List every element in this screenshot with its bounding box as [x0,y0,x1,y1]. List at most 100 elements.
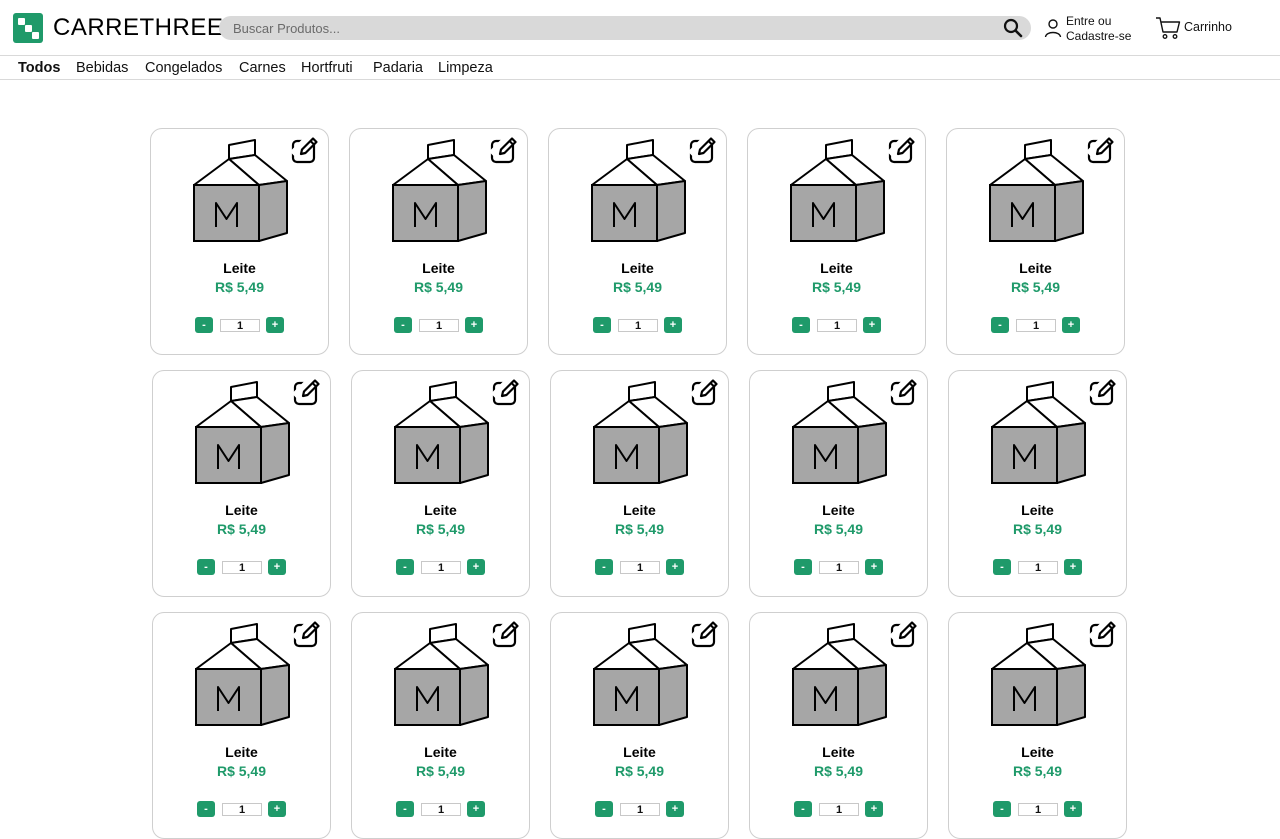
edit-icon[interactable] [691,378,719,406]
quantity-input[interactable] [220,319,260,332]
edit-icon[interactable] [890,378,918,406]
nav-item-congelados[interactable]: Congelados [145,59,222,77]
increase-button[interactable]: + [1064,801,1082,817]
product-card[interactable]: Leite R$ 5,49 - + [550,370,729,597]
logo-icon[interactable] [13,13,43,43]
decrease-button[interactable]: - [197,801,215,817]
product-price: R$ 5,49 [413,279,464,295]
product-price: R$ 5,49 [813,763,864,779]
increase-button[interactable]: + [268,801,286,817]
edit-icon[interactable] [492,620,520,648]
nav-item-carnes[interactable]: Carnes [239,59,286,77]
search-icon[interactable] [1003,18,1023,38]
increase-button[interactable]: + [268,559,286,575]
quantity-input[interactable] [817,319,857,332]
product-card[interactable]: Leite R$ 5,49 - + [152,370,331,597]
quantity-input[interactable] [620,561,660,574]
quantity-input[interactable] [1018,803,1058,816]
quantity-input[interactable] [618,319,658,332]
product-card[interactable]: Leite R$ 5,49 - + [749,370,928,597]
decrease-button[interactable]: - [396,801,414,817]
product-card[interactable]: Leite R$ 5,49 - + [351,612,530,839]
decrease-button[interactable]: - [794,559,812,575]
edit-icon[interactable] [890,620,918,648]
edit-icon[interactable] [490,136,518,164]
decrease-button[interactable]: - [394,317,412,333]
decrease-button[interactable]: - [197,559,215,575]
edit-icon[interactable] [691,620,719,648]
decrease-button[interactable]: - [993,801,1011,817]
quantity-input[interactable] [222,803,262,816]
increase-button[interactable]: + [664,317,682,333]
decrease-button[interactable]: - [396,559,414,575]
product-card[interactable]: Leite R$ 5,49 - + [550,612,729,839]
edit-icon[interactable] [1089,620,1117,648]
increase-button[interactable]: + [666,801,684,817]
edit-icon[interactable] [291,136,319,164]
decrease-button[interactable]: - [595,801,613,817]
nav-item-limpeza[interactable]: Limpeza [438,59,493,77]
edit-icon[interactable] [293,620,321,648]
edit-icon[interactable] [1087,136,1115,164]
increase-button[interactable]: + [467,801,485,817]
increase-button[interactable]: + [1064,559,1082,575]
quantity-input[interactable] [819,803,859,816]
product-card[interactable]: Leite R$ 5,49 - + [747,128,926,355]
product-price: R$ 5,49 [813,521,864,537]
nav-item-bebidas[interactable]: Bebidas [76,59,128,77]
decrease-button[interactable]: - [593,317,611,333]
decrease-button[interactable]: - [792,317,810,333]
product-name: Leite [225,744,258,760]
product-name: Leite [1021,744,1054,760]
edit-icon[interactable] [689,136,717,164]
quantity-stepper: - + [792,317,882,333]
increase-button[interactable]: + [863,317,881,333]
nav-item-padaria[interactable]: Padaria [373,59,423,77]
edit-icon[interactable] [492,378,520,406]
quantity-input[interactable] [819,561,859,574]
product-card[interactable]: Leite R$ 5,49 - + [152,612,331,839]
quantity-input[interactable] [222,561,262,574]
product-price: R$ 5,49 [811,279,862,295]
edit-icon[interactable] [1089,378,1117,406]
quantity-input[interactable] [1016,319,1056,332]
milk-carton-icon [790,139,885,242]
quantity-input[interactable] [419,319,459,332]
product-card[interactable]: Leite R$ 5,49 - + [548,128,727,355]
increase-button[interactable]: + [266,317,284,333]
quantity-input[interactable] [1018,561,1058,574]
decrease-button[interactable]: - [794,801,812,817]
increase-button[interactable]: + [1062,317,1080,333]
decrease-button[interactable]: - [195,317,213,333]
increase-button[interactable]: + [467,559,485,575]
search-input[interactable] [233,18,993,38]
quantity-stepper: - + [394,317,484,333]
nav-item-hortfruti[interactable]: Hortfruti [301,59,353,77]
nav-item-todos[interactable]: Todos [18,59,60,77]
product-card[interactable]: Leite R$ 5,49 - + [948,370,1127,597]
product-card[interactable]: Leite R$ 5,49 - + [349,128,528,355]
decrease-button[interactable]: - [993,559,1011,575]
product-price: R$ 5,49 [216,521,267,537]
increase-button[interactable]: + [865,801,883,817]
increase-button[interactable]: + [666,559,684,575]
logo-text[interactable]: CARRETHREE [53,13,223,43]
product-card[interactable]: Leite R$ 5,49 - + [946,128,1125,355]
edit-icon[interactable] [888,136,916,164]
quantity-input[interactable] [421,803,461,816]
increase-button[interactable]: + [465,317,483,333]
decrease-button[interactable]: - [991,317,1009,333]
decrease-button[interactable]: - [595,559,613,575]
quantity-input[interactable] [421,561,461,574]
quantity-stepper: - + [991,317,1081,333]
edit-icon[interactable] [293,378,321,406]
cart-link[interactable]: Carrinho [1155,16,1245,40]
product-price: R$ 5,49 [614,763,665,779]
quantity-input[interactable] [620,803,660,816]
product-card[interactable]: Leite R$ 5,49 - + [948,612,1127,839]
increase-button[interactable]: + [865,559,883,575]
product-card[interactable]: Leite R$ 5,49 - + [749,612,928,839]
product-card[interactable]: Leite R$ 5,49 - + [150,128,329,355]
account-link[interactable]: Entre ou Cadastre-se [1044,14,1144,44]
product-card[interactable]: Leite R$ 5,49 - + [351,370,530,597]
